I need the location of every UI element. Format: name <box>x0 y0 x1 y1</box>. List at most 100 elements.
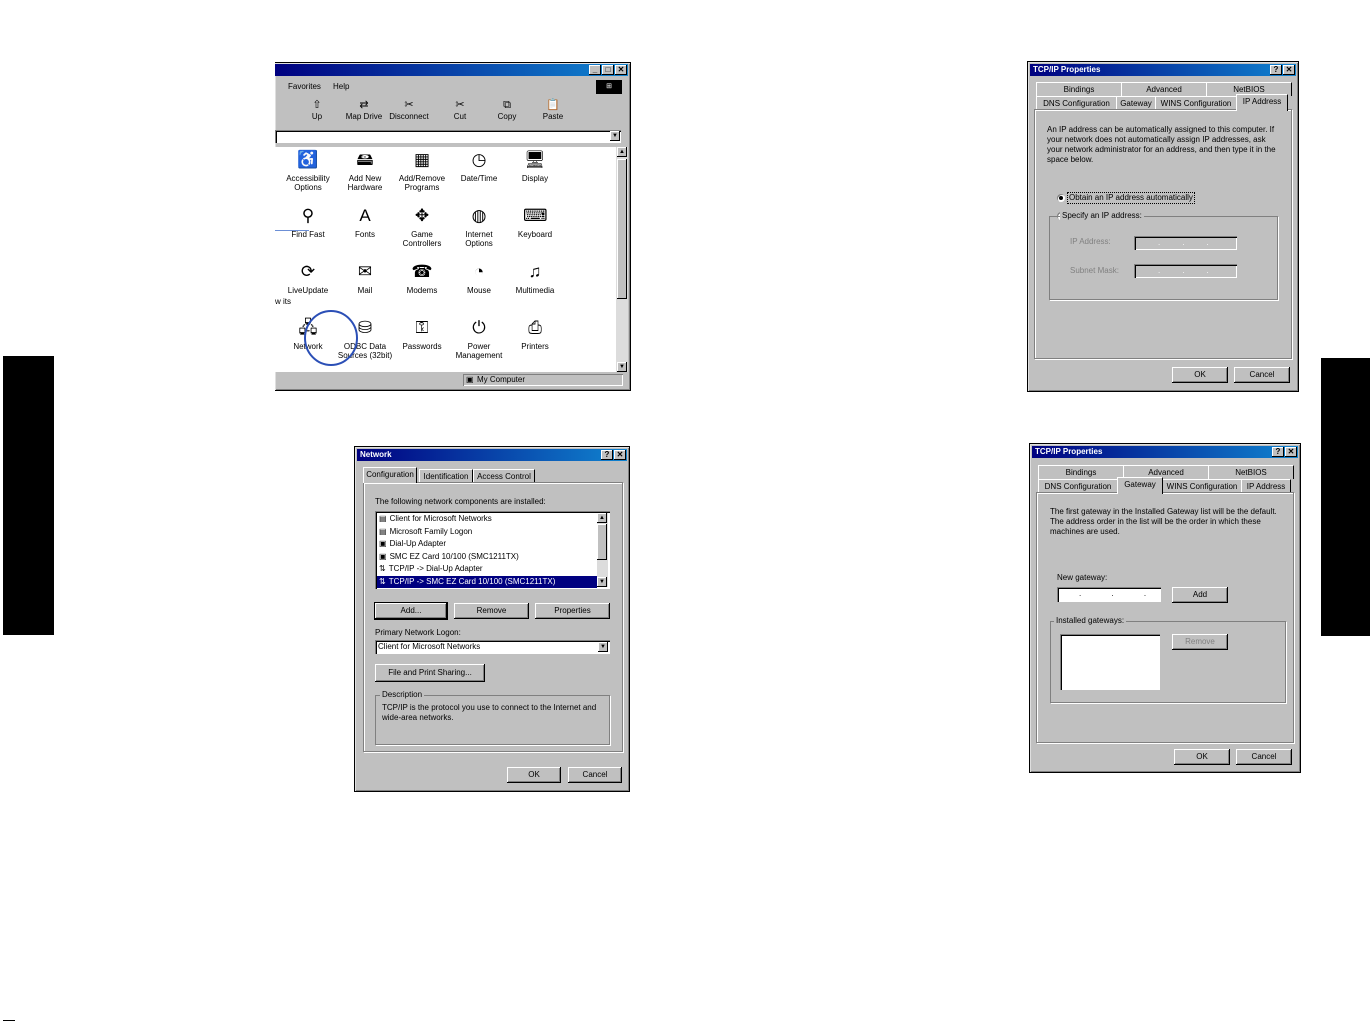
cancel-button[interactable]: Cancel <box>568 767 622 783</box>
tab-bindings[interactable]: Bindings <box>1038 465 1124 479</box>
obtain-auto-label[interactable]: Obtain an IP address automatically <box>1067 192 1195 204</box>
components-list[interactable]: ▤ Client for Microsoft Networks ▤ Microsoft… <box>375 511 610 589</box>
copy-toolbar-button[interactable]: ⧉ Copy <box>485 98 529 126</box>
close-button[interactable]: ✕ <box>1283 65 1295 75</box>
list-scrollbar[interactable]: ▲ ▼ <box>597 513 608 587</box>
logon-select[interactable]: Client for Microsoft Networks ▼ <box>375 640 610 654</box>
side-tab-left <box>3 356 54 635</box>
scroll-down-icon[interactable]: ▼ <box>617 362 627 372</box>
tab-wins[interactable]: WINS Configuration <box>1162 479 1242 493</box>
vertical-scrollbar[interactable]: ▲ ▼ <box>616 147 628 372</box>
control-panel-item[interactable]: ⚿ Passwords <box>392 317 452 371</box>
tab-advanced[interactable]: Advanced <box>1121 82 1207 96</box>
tab-gateway[interactable]: Gateway <box>1117 477 1163 494</box>
control-panel-item[interactable]: ♿ Accessibility Options <box>278 149 338 203</box>
up-toolbar-button[interactable]: ⇧ Up <box>295 98 339 126</box>
control-panel-item[interactable]: ⟳ LiveUpdate <box>278 261 338 315</box>
new-gateway-field[interactable]: . . . <box>1057 587 1161 602</box>
obtain-auto-radio[interactable] <box>1057 194 1065 202</box>
ok-button[interactable]: OK <box>1174 749 1230 765</box>
component-icon: ⇅ <box>379 564 386 573</box>
ok-button[interactable]: OK <box>507 767 561 783</box>
cut-toolbar-button[interactable]: ✂ Cut <box>438 98 482 126</box>
maximize-button[interactable]: □ <box>602 65 614 75</box>
properties-button[interactable]: Properties <box>535 603 610 619</box>
tab-netbios[interactable]: NetBIOS <box>1208 465 1294 479</box>
cancel-button[interactable]: Cancel <box>1234 367 1290 383</box>
control-panel-item[interactable]: ◷ Date/Time <box>449 149 509 203</box>
close-button[interactable]: ✕ <box>615 65 627 75</box>
list-scroll-thumb[interactable] <box>597 524 607 560</box>
paste-toolbar-button[interactable]: 📋 Paste <box>531 98 575 126</box>
list-item[interactable]: ⇅ TCP/IP -> Dial-Up Adapter <box>377 563 597 576</box>
map-drive-toolbar-button[interactable]: ⇄ Map Drive <box>342 98 386 126</box>
scroll-thumb[interactable] <box>617 159 627 299</box>
scroll-up-icon[interactable]: ▲ <box>617 147 627 157</box>
tab-dns[interactable]: DNS Configuration <box>1036 96 1117 110</box>
tab-ip-address[interactable]: IP Address <box>1241 479 1291 493</box>
specify-ip-label[interactable]: Specify an IP address: <box>1060 211 1144 220</box>
control-panel-window: _ □ ✕ Favorites Help ⊞ ⇧ Up ⇄ Map Drive ✂ Dis… <box>275 62 631 391</box>
address-bar[interactable]: ▼ <box>275 130 621 143</box>
help-button[interactable]: ? <box>601 450 613 460</box>
address-dropdown-icon[interactable]: ▼ <box>610 131 620 141</box>
tab-configuration[interactable]: Configuration <box>363 467 417 483</box>
minimize-button[interactable]: _ <box>589 65 601 75</box>
disconnect-toolbar-button[interactable]: ✂ Disconnect <box>387 98 431 126</box>
control-panel-item[interactable]: ⏻ Power Management <box>449 317 509 371</box>
help-button[interactable]: ? <box>1272 447 1284 457</box>
installed-gateways-list[interactable] <box>1060 634 1160 690</box>
file-print-sharing-button[interactable]: File and Print Sharing... <box>375 664 485 682</box>
tab-dns[interactable]: DNS Configuration <box>1038 479 1118 493</box>
tab-access-control[interactable]: Access Control <box>473 469 535 483</box>
close-button[interactable]: ✕ <box>614 450 626 460</box>
list-item[interactable]: ▤ Client for Microsoft Networks <box>377 513 597 526</box>
cancel-button[interactable]: Cancel <box>1236 749 1292 765</box>
tab-identification[interactable]: Identification <box>419 469 473 483</box>
toolbar-label: Cut <box>453 112 467 121</box>
remove-button[interactable]: Remove <box>454 603 529 619</box>
menu-help[interactable]: Help <box>333 82 349 92</box>
list-item[interactable]: ⇅ TCP/IP -> SMC EZ Card 10/100 (SMC1211TX… <box>377 575 597 588</box>
control-panel-item-label: Date/Time <box>460 174 498 183</box>
tab-gateway[interactable]: Gateway <box>1116 96 1156 110</box>
add-button[interactable]: Add... <box>374 602 448 620</box>
list-item[interactable]: ▣ Dial-Up Adapter <box>377 538 597 551</box>
control-panel-item[interactable]: ☎ Modems <box>392 261 452 315</box>
tab-ip-address[interactable]: IP Address <box>1236 94 1288 111</box>
control-panel-item[interactable]: ⌨ Keyboard <box>505 205 565 259</box>
help-button[interactable]: ? <box>1270 65 1282 75</box>
list-scroll-up-icon[interactable]: ▲ <box>597 513 607 523</box>
fonts-icon: A <box>359 206 371 225</box>
control-panel-item[interactable]: ▦ Add/Remove Programs <box>392 149 452 203</box>
control-panel-item[interactable]: ♫ Multimedia <box>505 261 565 315</box>
control-panel-item[interactable]: ◍ Internet Options <box>449 205 509 259</box>
subnet-mask-field[interactable]: ... <box>1134 264 1237 278</box>
add-gateway-button[interactable]: Add <box>1172 587 1228 603</box>
ok-button[interactable]: OK <box>1172 367 1228 383</box>
list-item[interactable]: ▤ Microsoft Family Logon <box>377 526 597 539</box>
display-icon: 🖥 <box>524 150 546 169</box>
control-panel-item[interactable]: 🖴 Add New Hardware <box>335 149 395 203</box>
tab-wins[interactable]: WINS Configuration <box>1155 96 1237 110</box>
menu-favorites[interactable]: Favorites <box>288 82 321 92</box>
logon-dropdown-icon[interactable]: ▼ <box>598 642 608 652</box>
control-panel-item[interactable]: ⚲ Find Fast <box>278 205 338 259</box>
ip-address-field[interactable]: ... <box>1134 236 1237 250</box>
control-panel-item[interactable]: A Fonts <box>335 205 395 259</box>
content-area: w its ♿ Accessibility Options 🖴 Add New Har… <box>275 147 616 372</box>
control-panel-item[interactable]: 🖥 Display <box>505 149 565 203</box>
close-button[interactable]: ✕ <box>1285 447 1297 457</box>
list-item-label: Dial-Up Adapter <box>389 539 447 548</box>
tab-bindings[interactable]: Bindings <box>1036 82 1122 96</box>
control-panel-item[interactable]: ⎙ Printers <box>505 317 565 371</box>
new-gateway-label: New gateway: <box>1057 573 1108 582</box>
control-panel-item[interactable]: ✥ Game Controllers <box>392 205 452 259</box>
programs-icon: ▦ <box>413 150 431 169</box>
mail-icon: ✉ <box>357 262 373 281</box>
list-item[interactable]: ▣ SMC EZ Card 10/100 (SMC1211TX) <box>377 551 597 564</box>
control-panel-item[interactable]: ✉ Mail <box>335 261 395 315</box>
remove-gateway-button[interactable]: Remove <box>1172 634 1228 650</box>
list-scroll-down-icon[interactable]: ▼ <box>597 577 607 587</box>
control-panel-item[interactable]: ◔ Mouse <box>449 261 509 315</box>
